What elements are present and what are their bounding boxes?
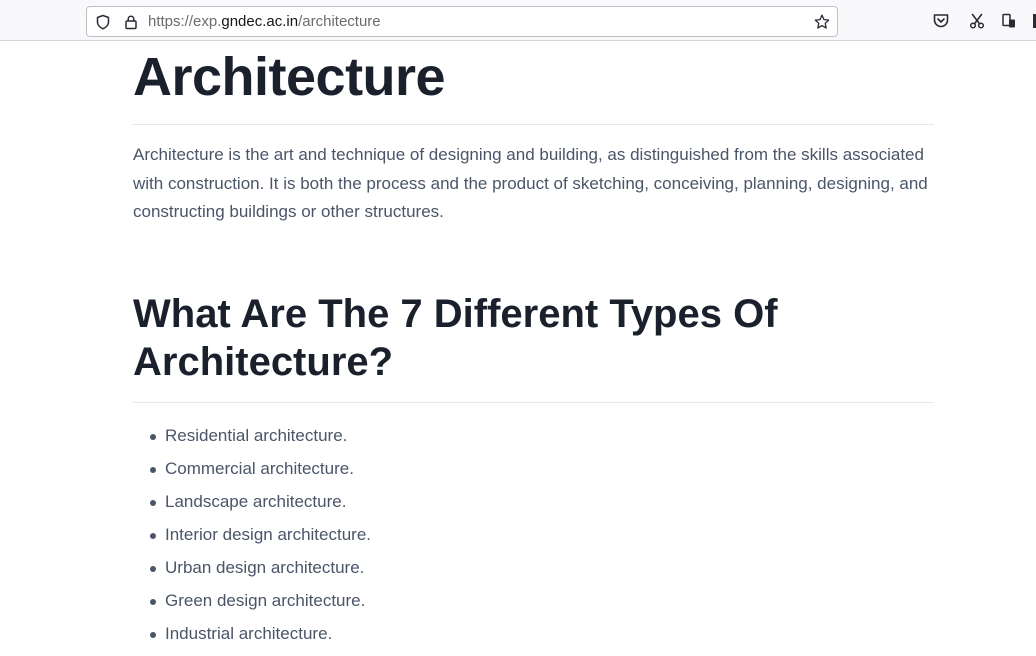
pocket-icon[interactable] (932, 12, 950, 30)
list-item: Interior design architecture. (150, 523, 371, 556)
bullet-icon (150, 434, 156, 440)
scissors-icon[interactable] (968, 12, 986, 30)
list-item-label: Green design architecture. (165, 591, 366, 610)
title-divider (133, 124, 934, 125)
bullet-icon (150, 566, 156, 572)
address-bar[interactable]: https://exp.gndec.ac.in/architecture (86, 6, 838, 37)
list-item: Green design architecture. (150, 589, 371, 622)
bullet-icon (150, 467, 156, 473)
url-path: /architecture (298, 13, 381, 30)
bullet-icon (150, 599, 156, 605)
list-item-label: Industrial architecture. (165, 624, 333, 643)
page-title: Architecture (133, 47, 446, 107)
star-icon[interactable] (814, 14, 830, 30)
list-item: Landscape architecture. (150, 490, 371, 523)
section-heading: What Are The 7 Different Types Of Archit… (133, 292, 778, 384)
list-item: Industrial architecture. (150, 622, 371, 655)
list-item: Commercial architecture. (150, 457, 371, 490)
url-text[interactable]: https://exp.gndec.ac.in/architecture (148, 13, 381, 31)
url-domain: gndec.ac.in (221, 13, 299, 30)
url-prefix: https://exp. (148, 13, 222, 30)
extensions-icon[interactable] (1000, 12, 1018, 30)
browser-toolbar: https://exp.gndec.ac.in/architecture (0, 0, 1036, 41)
shield-icon[interactable] (95, 14, 111, 30)
bullet-icon (150, 632, 156, 638)
architecture-types-list: Residential architecture. Commercial arc… (133, 424, 371, 655)
list-item-label: Commercial architecture. (165, 459, 354, 478)
list-item-label: Residential architecture. (165, 426, 348, 445)
intro-paragraph: Architecture is the art and technique of… (133, 145, 928, 221)
bullet-icon (150, 500, 156, 506)
list-item-label: Interior design architecture. (165, 525, 371, 544)
list-item: Urban design architecture. (150, 556, 371, 589)
lock-icon[interactable] (123, 14, 139, 30)
list-item-label: Urban design architecture. (165, 558, 365, 577)
bullet-icon (150, 533, 156, 539)
list-item: Residential architecture. (150, 424, 371, 457)
section-divider (133, 402, 934, 403)
list-item-label: Landscape architecture. (165, 492, 347, 511)
